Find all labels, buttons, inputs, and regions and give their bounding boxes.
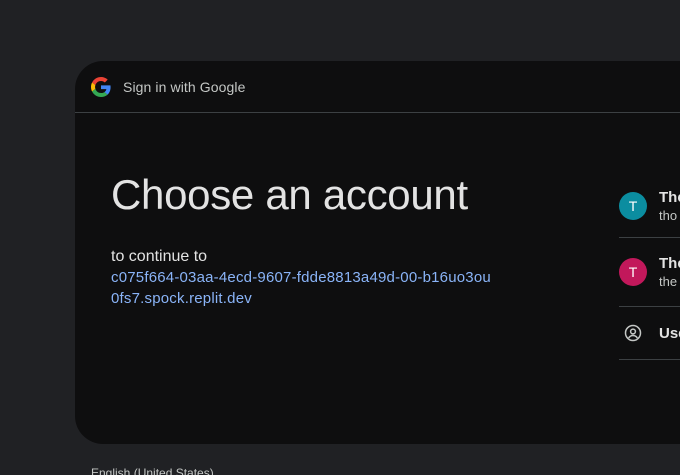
continue-text: to continue to (111, 248, 208, 265)
google-logo-icon (91, 76, 111, 97)
use-another-account-label: Use (659, 324, 680, 342)
account-name: The (659, 189, 680, 206)
account-text: The the (659, 254, 680, 290)
account-name: The (659, 255, 680, 272)
account-circle-icon (619, 319, 647, 347)
use-another-account-button[interactable]: Use (619, 307, 680, 360)
language-selector[interactable]: English (United States) (91, 466, 214, 475)
account-text: The tho (659, 188, 680, 224)
avatar: T (619, 192, 647, 220)
avatar: T (619, 258, 647, 286)
account-item[interactable]: T The tho (619, 175, 680, 238)
account-email: the (659, 274, 678, 289)
sign-in-card: Sign in with Google Choose an account to… (75, 61, 680, 444)
app-domain-link[interactable]: c075f664-03aa-4ecd-9607-fdde8813a49d-00-… (111, 267, 491, 309)
header-title: Sign in with Google (123, 78, 246, 95)
account-email: tho (659, 208, 678, 223)
account-list: T The tho T The the (619, 175, 680, 360)
card-header: Sign in with Google (75, 61, 680, 113)
page: Sign in with Google Choose an account to… (0, 0, 680, 475)
intro-section: Choose an account to continue to c075f66… (111, 169, 511, 309)
page-title: Choose an account (111, 171, 468, 218)
account-item[interactable]: T The the (619, 238, 680, 307)
